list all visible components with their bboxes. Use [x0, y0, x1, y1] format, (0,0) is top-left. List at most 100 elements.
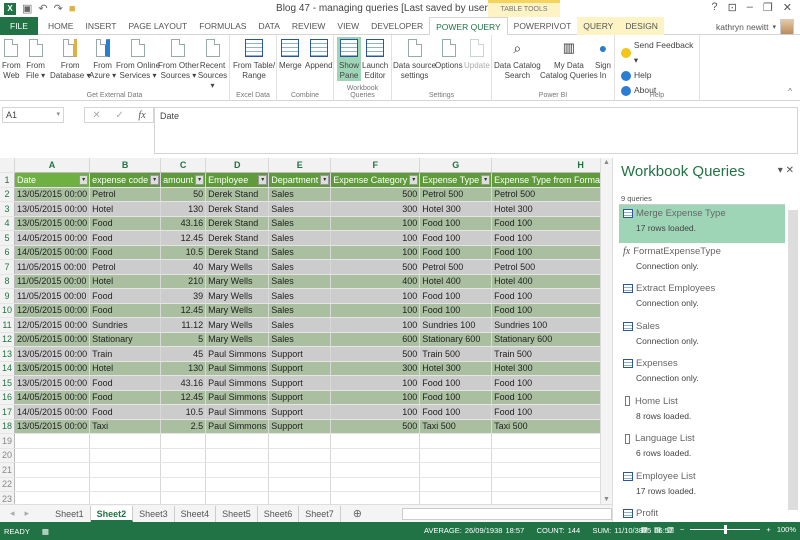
table-cell[interactable]: 13/05/2015 00:00	[14, 187, 91, 202]
table-cell[interactable]: Food 100	[419, 303, 493, 318]
table-header-cell[interactable]: Expense Type ▾	[419, 172, 493, 188]
query-item[interactable]: fx FormatExpenseType Connection only.	[619, 243, 785, 281]
table-cell[interactable]: 100	[330, 245, 421, 260]
query-item[interactable]: Merge Expense Type 17 rows loaded.	[619, 205, 785, 243]
table-cell[interactable]: Food 100	[491, 303, 600, 318]
empty-cell[interactable]	[491, 477, 600, 492]
table-cell[interactable]: 100	[330, 288, 421, 304]
normal-view-icon[interactable]: ▦	[641, 525, 648, 534]
row-header[interactable]: 2	[0, 187, 15, 202]
table-cell[interactable]: Sundries 100	[419, 317, 493, 333]
table-cell[interactable]: 14/05/2015 00:00	[14, 404, 91, 420]
table-cell[interactable]: 14/05/2015 00:00	[14, 230, 91, 246]
row-header[interactable]: 3	[0, 201, 15, 217]
table-cell[interactable]: 13/05/2015 00:00	[14, 419, 91, 434]
table-cell[interactable]: Stationary 600	[419, 332, 493, 347]
table-cell[interactable]: Food 100	[419, 288, 493, 304]
table-cell[interactable]: Taxi 500	[419, 419, 493, 434]
table-cell[interactable]: 11/05/2015 00:00	[14, 274, 91, 289]
table-cell[interactable]: 11.12	[160, 317, 207, 333]
table-cell[interactable]: 100	[330, 404, 421, 420]
table-cell[interactable]: Petrol 500	[419, 187, 493, 202]
table-cell[interactable]: Food 100	[419, 390, 493, 405]
table-cell[interactable]: 500	[330, 187, 421, 202]
empty-cell[interactable]	[268, 462, 332, 478]
table-cell[interactable]: 11/05/2015 00:00	[14, 288, 91, 304]
new-sheet-icon[interactable]: ⊕	[353, 507, 362, 520]
from-web-button[interactable]: From Web	[2, 37, 21, 81]
row-header[interactable]: 4	[0, 216, 15, 231]
table-cell[interactable]: 40	[160, 259, 207, 275]
column-header[interactable]: E	[268, 158, 332, 173]
table-cell[interactable]: 100	[330, 216, 421, 231]
table-header-cell[interactable]: Expense Type from FormatExpenseType	[491, 172, 600, 188]
next-sheet-icon[interactable]: ▸	[25, 508, 30, 519]
empty-cell[interactable]	[14, 448, 91, 463]
empty-cell[interactable]	[205, 433, 270, 449]
table-cell[interactable]: Derek Stand	[205, 201, 270, 217]
tab-insert[interactable]: INSERT	[79, 17, 122, 35]
table-cell[interactable]: Sales	[268, 201, 332, 217]
recent-sources-button[interactable]: Recent Sources ▾	[196, 37, 229, 91]
empty-cell[interactable]	[205, 462, 270, 478]
column-header[interactable]: F	[330, 158, 421, 173]
table-cell[interactable]: Food 100	[491, 288, 600, 304]
scroll-down-icon[interactable]: ▼	[603, 496, 610, 503]
row-header[interactable]: 1	[0, 172, 15, 188]
name-box[interactable]: A1 ▾	[2, 107, 64, 123]
insert-function-icon[interactable]: fx	[138, 110, 145, 121]
empty-cell[interactable]	[160, 448, 207, 463]
table-cell[interactable]: Paul Simmons	[205, 361, 270, 376]
table-cell[interactable]: Food 100	[419, 245, 493, 260]
table-cell[interactable]: Hotel 300	[419, 201, 493, 217]
table-cell[interactable]: Hotel 300	[419, 361, 493, 376]
maximize-icon[interactable]: ❐	[763, 1, 773, 14]
row-header[interactable]: 8	[0, 274, 15, 289]
table-cell[interactable]: 500	[330, 259, 421, 275]
empty-cell[interactable]	[419, 462, 493, 478]
table-cell[interactable]: 500	[330, 346, 421, 362]
table-cell[interactable]: Food 100	[491, 375, 600, 391]
table-cell[interactable]: Train 500	[419, 346, 493, 362]
sheet-tab[interactable]: Sheet3	[133, 505, 175, 522]
table-cell[interactable]: 43.16	[160, 216, 207, 231]
query-item[interactable]: Home List 8 rows loaded.	[619, 393, 785, 431]
table-cell[interactable]: Food 100	[491, 390, 600, 405]
table-header-cell[interactable]: Department ▾	[268, 172, 332, 188]
filter-dropdown-icon[interactable]: ▾	[79, 175, 89, 185]
column-header[interactable]: C	[160, 158, 207, 173]
table-cell[interactable]: 210	[160, 274, 207, 289]
query-item[interactable]: Sales Connection only.	[619, 318, 785, 356]
launch-editor-button[interactable]: Launch Editor	[362, 37, 388, 81]
table-cell[interactable]: Food 100	[419, 375, 493, 391]
worksheet-grid[interactable]: A B C D E F G H 1 Date ▾ expense code ▾ amoun…	[0, 158, 600, 504]
column-header[interactable]: A	[14, 158, 91, 173]
row-header[interactable]: 18	[0, 419, 15, 434]
row-header[interactable]: 5	[0, 230, 15, 246]
table-cell[interactable]: 43.16	[160, 375, 207, 391]
table-cell[interactable]: Support	[268, 361, 332, 376]
from-file-button[interactable]: From File ▾	[26, 37, 45, 81]
cancel-icon[interactable]: ✕	[92, 110, 100, 121]
empty-cell[interactable]	[268, 491, 332, 504]
empty-cell[interactable]	[491, 491, 600, 504]
table-cell[interactable]: 600	[330, 332, 421, 347]
empty-cell[interactable]	[419, 477, 493, 492]
table-cell[interactable]: Mary Wells	[205, 274, 270, 289]
table-cell[interactable]: 12.45	[160, 303, 207, 318]
empty-cell[interactable]	[14, 491, 91, 504]
table-cell[interactable]: Derek Stand	[205, 230, 270, 246]
table-cell[interactable]: Taxi	[89, 419, 162, 434]
table-cell[interactable]: 20/05/2015 00:00	[14, 332, 91, 347]
empty-cell[interactable]	[268, 448, 332, 463]
table-cell[interactable]: Derek Stand	[205, 216, 270, 231]
row-header[interactable]: 7	[0, 259, 15, 275]
table-cell[interactable]: Food	[89, 375, 162, 391]
data-source-settings-button[interactable]: Data source settings	[393, 37, 436, 81]
empty-cell[interactable]	[330, 448, 421, 463]
table-cell[interactable]: 12/05/2015 00:00	[14, 303, 91, 318]
vertical-scrollbar[interactable]: ▲ ▼	[600, 158, 612, 504]
sheet-tab[interactable]: Sheet1	[49, 505, 91, 522]
table-cell[interactable]: 400	[330, 274, 421, 289]
tab-developer[interactable]: DEVELOPER	[365, 17, 429, 35]
